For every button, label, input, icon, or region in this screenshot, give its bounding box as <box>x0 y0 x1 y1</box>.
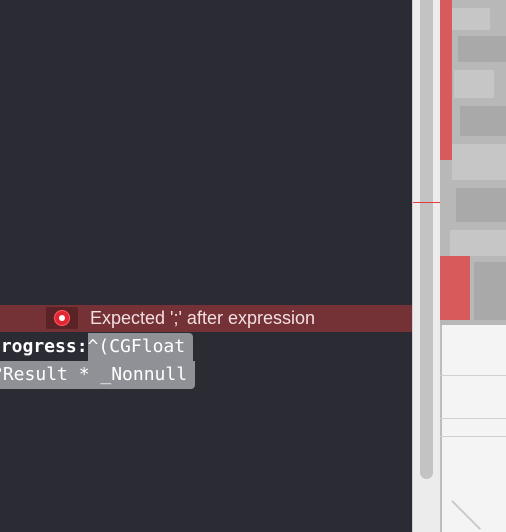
vertical-scrollbar[interactable] <box>412 0 441 532</box>
code-line[interactable]: progress:^(CGFloat <box>0 333 194 361</box>
window: Expected ';' after expression progress:^… <box>0 0 506 532</box>
pane-edge <box>440 325 442 532</box>
selected-code-text: ^(CGFloat <box>87 333 194 361</box>
error-icon <box>54 310 70 326</box>
preview-image <box>440 0 506 325</box>
code-line[interactable]: ?Result * _Nonnull <box>0 361 196 389</box>
scrollbar-thumb[interactable] <box>420 0 433 479</box>
error-marker[interactable] <box>46 307 78 329</box>
code-editor[interactable]: Expected ';' after expression progress:^… <box>0 0 412 532</box>
divider <box>440 418 506 419</box>
code-token-label: progress: <box>0 336 88 357</box>
divider <box>440 436 506 437</box>
error-position-marker[interactable] <box>413 202 441 203</box>
inline-error-banner[interactable]: Expected ';' after expression <box>0 305 412 332</box>
selected-code-text-content: Result * _Nonnull <box>2 364 188 385</box>
selected-code-text-line-2: ?Result * _Nonnull <box>0 361 196 389</box>
divider <box>440 375 506 376</box>
preview-pane <box>440 0 506 532</box>
preview-lower-panel <box>440 325 506 532</box>
error-message: Expected ';' after expression <box>90 308 315 328</box>
